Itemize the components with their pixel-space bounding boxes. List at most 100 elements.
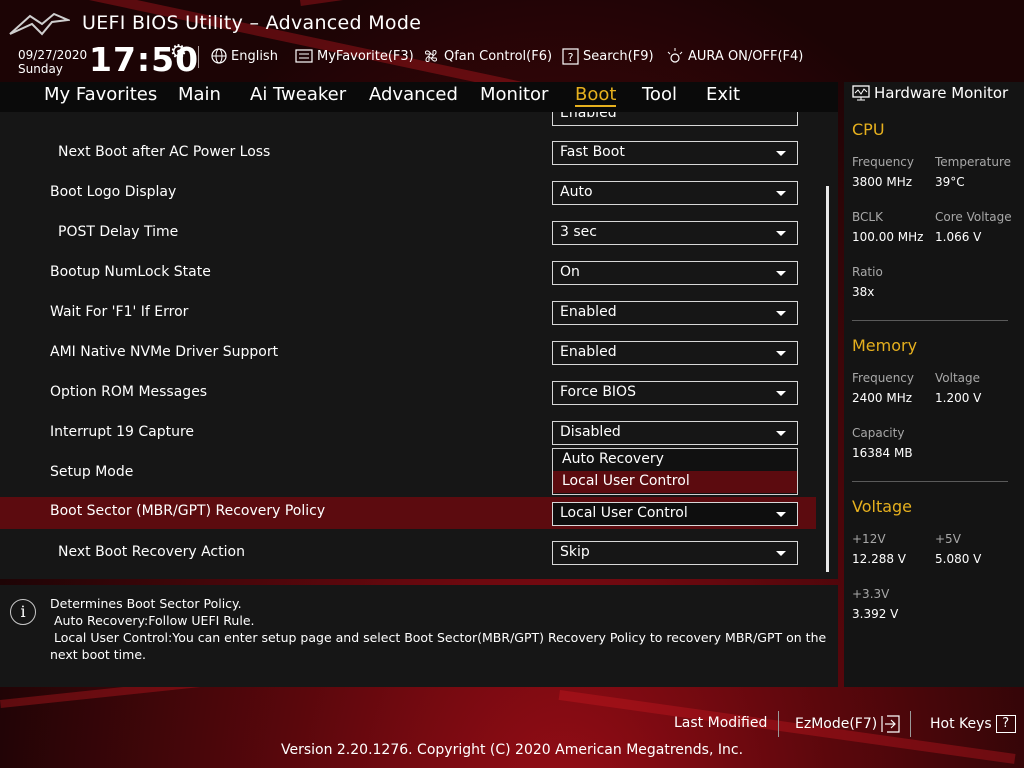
qfan-control-label: Qfan Control(F6)	[444, 48, 553, 64]
memory-capacity-value: 16384 MB	[852, 446, 913, 460]
chevron-down-icon	[776, 191, 786, 196]
setting-dropdown[interactable]: Fast Boot	[552, 141, 798, 165]
aura-toggle-label: AURA ON/OFF(F4)	[688, 48, 804, 64]
setting-label: Bootup NumLock State	[50, 264, 211, 280]
cpu-temperature-value: 39°C	[935, 175, 965, 189]
setting-row-nvme-driver-support[interactable]: AMI Native NVMe Driver Support Enabled	[0, 338, 838, 370]
setting-value: Auto	[560, 184, 593, 200]
globe-icon	[211, 48, 227, 64]
cpu-frequency-value: 3800 MHz	[852, 175, 913, 189]
setting-row-option-rom-messages[interactable]: Option ROM Messages Force BIOS	[0, 378, 838, 410]
tab-boot[interactable]: Boot	[575, 84, 617, 107]
hot-keys-button[interactable]: Hot Keys ?	[930, 715, 1016, 733]
my-favorite-label: MyFavorite(F3)	[317, 48, 414, 64]
search-help-icon: ?	[562, 47, 579, 65]
hardware-monitor-panel: Hardware Monitor CPU Frequency Temperatu…	[844, 82, 1024, 687]
section-divider	[852, 481, 1008, 482]
favorite-list-icon	[295, 49, 313, 63]
search-button[interactable]: ? Search(F9)	[562, 46, 654, 66]
rog-logo-icon	[9, 12, 70, 36]
language-button[interactable]: English	[211, 46, 278, 66]
aura-light-icon	[667, 48, 683, 63]
setting-row-post-delay-time[interactable]: POST Delay Time 3 sec	[0, 218, 838, 250]
ezmode-button[interactable]: EzMode(F7)	[795, 715, 901, 733]
cpu-core-voltage-label: Core Voltage	[935, 210, 1012, 224]
qfan-control-button[interactable]: Qfan Control(F6)	[422, 46, 552, 66]
ezmode-label: EzMode(F7)	[795, 716, 878, 732]
setting-label: Boot Logo Display	[50, 184, 177, 200]
setting-value: Disabled	[560, 424, 621, 440]
setting-row-numlock-state[interactable]: Bootup NumLock State On	[0, 258, 838, 290]
tab-exit[interactable]: Exit	[706, 84, 740, 105]
gear-icon[interactable]: ⚙	[170, 41, 187, 63]
memory-voltage-value: 1.200 V	[935, 391, 982, 405]
setting-row-next-boot-recovery-action[interactable]: Next Boot Recovery Action Skip	[0, 538, 838, 570]
settings-scrollbar[interactable]	[826, 186, 829, 572]
setting-label: Setup Mode	[50, 464, 134, 480]
tab-tool[interactable]: Tool	[642, 84, 677, 105]
tab-my-favorites[interactable]: My Favorites	[44, 84, 157, 105]
chevron-down-icon	[776, 391, 786, 396]
cpu-temperature-label: Temperature	[935, 155, 1012, 169]
tab-main[interactable]: Main	[178, 84, 221, 105]
tab-advanced[interactable]: Advanced	[369, 84, 458, 105]
setting-row-interrupt-19-capture[interactable]: Interrupt 19 Capture Disabled	[0, 418, 838, 450]
hardware-monitor-label: Hardware Monitor	[874, 84, 1009, 102]
cpu-ratio-value: 38x	[852, 285, 875, 299]
memory-frequency-value: 2400 MHz	[852, 391, 913, 405]
chevron-down-icon	[776, 311, 786, 316]
setting-dropdown[interactable]: Enabled	[552, 341, 798, 365]
cpu-frequency-label: Frequency	[852, 155, 914, 169]
cpu-bclk-value: 100.00 MHz	[852, 230, 924, 244]
setting-row-boot-sector-recovery-policy[interactable]: Boot Sector (MBR/GPT) Recovery Policy Lo…	[0, 497, 816, 529]
aura-toggle-button[interactable]: AURA ON/OFF(F4)	[666, 46, 803, 66]
setting-label: AMI Native NVMe Driver Support	[50, 344, 279, 360]
voltage-5v-label: +5V	[935, 532, 961, 546]
cpu-ratio-label: Ratio	[852, 265, 883, 279]
setting-dropdown[interactable]: Auto	[552, 181, 798, 205]
setting-row-next-boot-ac-power-loss[interactable]: Next Boot after AC Power Loss Fast Boot	[0, 138, 838, 170]
setting-dropdown[interactable]: Local User Control	[552, 502, 798, 526]
help-key-icon: ?	[995, 715, 1016, 733]
help-line: Determines Boot Sector Policy.	[50, 596, 242, 611]
help-line: Auto Recovery:Follow UEFI Rule.	[50, 613, 255, 628]
memory-heading: Memory	[852, 336, 918, 355]
hot-keys-label: Hot Keys	[930, 716, 992, 732]
settings-panel: Enabled Next Boot after AC Power Loss Fa…	[0, 112, 838, 579]
last-modified-button[interactable]: Last Modified	[674, 715, 767, 731]
setting-value: Enabled	[560, 304, 617, 320]
header-divider	[198, 46, 199, 68]
setting-dropdown[interactable]: On	[552, 261, 798, 285]
voltage-3v3-label: +3.3V	[852, 587, 890, 601]
setting-dropdown[interactable]: Enabled	[552, 112, 798, 126]
setting-dropdown[interactable]: 3 sec	[552, 221, 798, 245]
cpu-heading: CPU	[852, 120, 885, 139]
setting-value: Force BIOS	[560, 384, 636, 400]
language-label: English	[231, 48, 278, 64]
tab-ai-tweaker[interactable]: Ai Tweaker	[250, 84, 346, 105]
setting-dropdown[interactable]: Skip	[552, 541, 798, 565]
setting-value: On	[560, 264, 580, 280]
help-panel: i Determines Boot Sector Policy. Auto Re…	[0, 585, 838, 687]
voltage-heading: Voltage	[852, 497, 913, 516]
setting-row-wait-f1-if-error[interactable]: Wait For 'F1' If Error Enabled	[0, 298, 838, 330]
setting-dropdown[interactable]: Force BIOS	[552, 381, 798, 405]
setting-dropdown[interactable]: Enabled	[552, 301, 798, 325]
tab-monitor[interactable]: Monitor	[480, 84, 548, 105]
setting-row[interactable]: Enabled	[0, 112, 838, 134]
main-tab-bar: My Favorites Main Ai Tweaker Advanced Mo…	[0, 82, 838, 112]
setting-row-boot-logo-display[interactable]: Boot Logo Display Auto	[0, 178, 838, 210]
setting-dropdown[interactable]: Disabled	[552, 421, 798, 445]
my-favorite-button[interactable]: MyFavorite(F3)	[295, 46, 414, 66]
app-title: UEFI BIOS Utility – Advanced Mode	[82, 12, 422, 34]
dropdown-option-auto-recovery[interactable]: Auto Recovery	[553, 449, 797, 471]
setting-value: Local User Control	[560, 505, 688, 521]
dropdown-option-local-user-control[interactable]: Local User Control	[553, 471, 797, 493]
section-divider	[852, 320, 1008, 321]
help-text: Determines Boot Sector Policy. Auto Reco…	[50, 595, 834, 663]
hardware-monitor-title: Hardware Monitor	[852, 84, 1008, 102]
dropdown-options-popup: Auto Recovery Local User Control	[552, 448, 798, 495]
date-text: 09/27/2020	[18, 48, 88, 62]
cpu-core-voltage-value: 1.066 V	[935, 230, 982, 244]
info-icon: i	[10, 599, 36, 625]
